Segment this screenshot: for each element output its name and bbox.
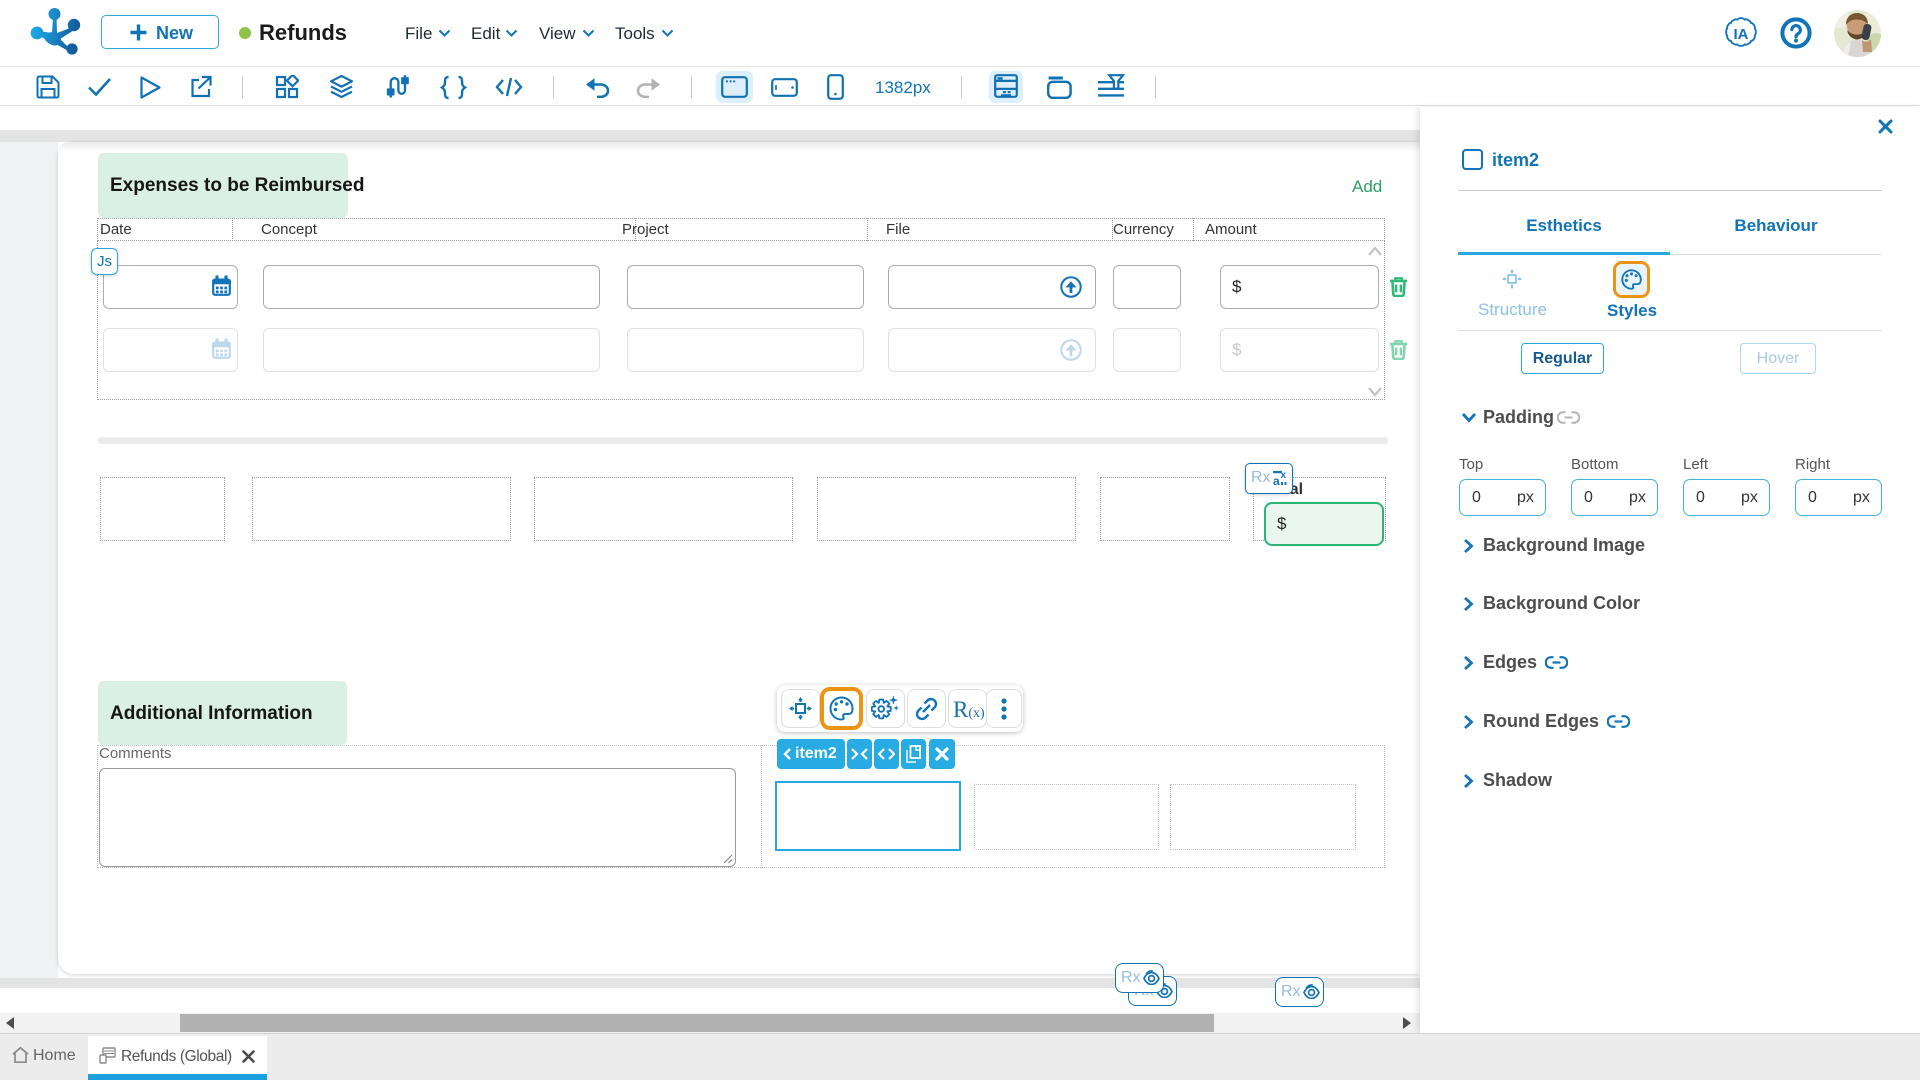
svg-text:IA: IA — [1734, 26, 1749, 43]
svg-text:x: x — [1281, 470, 1287, 481]
svg-text:a: a — [1273, 474, 1280, 487]
